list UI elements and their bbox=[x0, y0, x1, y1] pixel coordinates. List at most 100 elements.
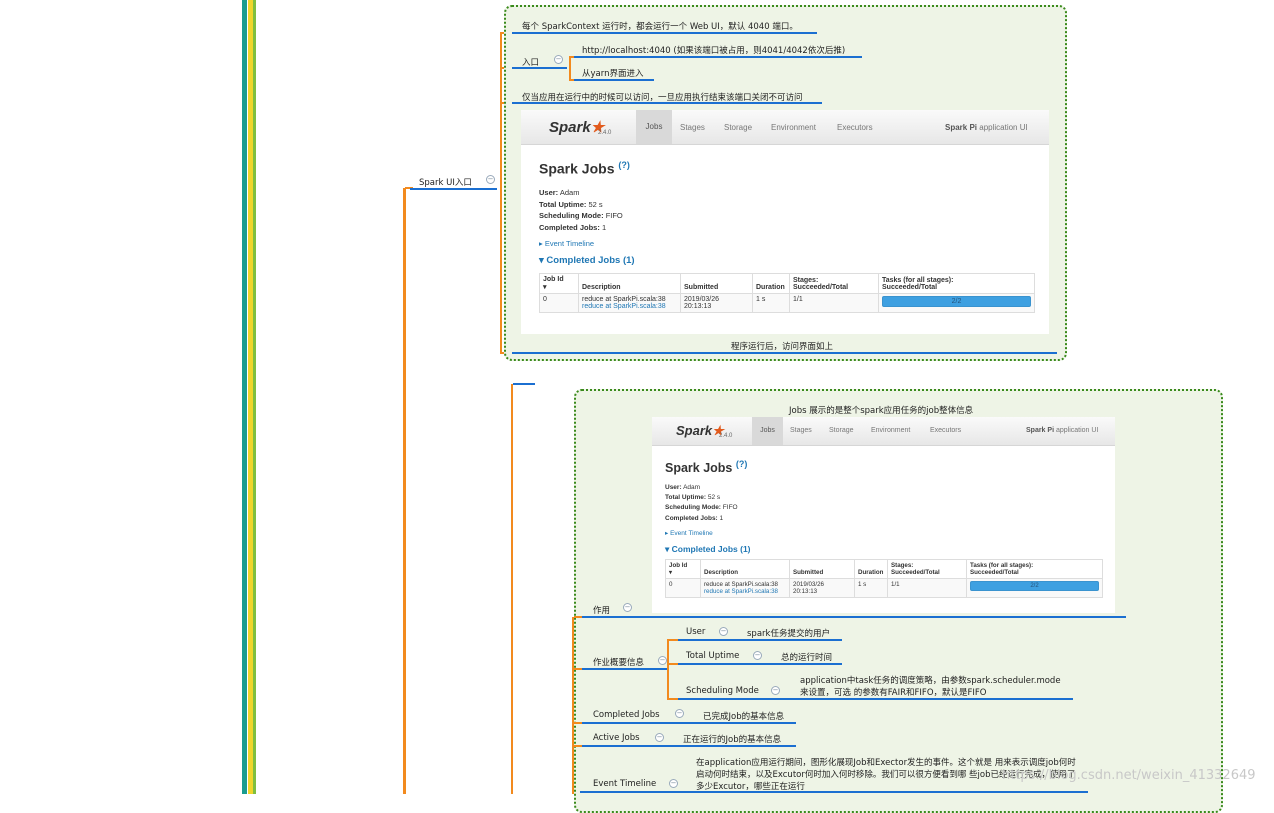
collapse-icon[interactable]: − bbox=[771, 686, 780, 695]
spark-nav-bar: Spark★ 2.4.0 Jobs Stages Storage Environ… bbox=[521, 110, 1049, 145]
tasks-progress-bar: 2/2 bbox=[882, 296, 1031, 307]
jobs-subtree-vertical bbox=[572, 617, 574, 794]
node-ui-caption[interactable]: 程序运行后，访问界面如上 bbox=[731, 340, 833, 352]
event-timeline-link[interactable]: ▸ Event Timeline bbox=[665, 529, 713, 537]
collapse-icon[interactable]: − bbox=[655, 733, 664, 742]
node-user-underline bbox=[678, 639, 738, 641]
col-submitted[interactable]: Submitted bbox=[789, 559, 855, 579]
node-localhost-4040[interactable]: http://localhost:4040 (如果该端口被占用，则4041/40… bbox=[582, 44, 845, 56]
page-title: Spark Jobs (?) bbox=[539, 160, 630, 177]
cell-job-id: 0 bbox=[665, 578, 701, 598]
col-job-id[interactable]: Job Id ▾ bbox=[539, 273, 579, 294]
node-mode-desc-line2[interactable]: 来设置，可选 的参数有FAIR和FIFO，默认是FIFO bbox=[800, 686, 987, 698]
spark-nav-bar: Spark★ 2.4.0 Jobs Stages Storage Environ… bbox=[652, 417, 1115, 446]
left-branch-green bbox=[253, 0, 256, 794]
jobs-branch-stub bbox=[513, 383, 535, 385]
col-description[interactable]: Description bbox=[578, 273, 681, 294]
tab-environment[interactable]: Environment bbox=[871, 427, 910, 434]
tab-stages[interactable]: Stages bbox=[790, 427, 812, 434]
col-tasks[interactable]: Tasks (for all stages): Succeeded/Total bbox=[878, 273, 1035, 294]
collapse-icon[interactable]: − bbox=[669, 779, 678, 788]
tab-executors[interactable]: Executors bbox=[930, 427, 961, 434]
node-completed-desc[interactable]: 已完成Job的基本信息 bbox=[703, 710, 784, 722]
col-stages[interactable]: Stages: Succeeded/Total bbox=[789, 273, 879, 294]
overview-sub-vertical bbox=[667, 639, 669, 699]
completed-link bbox=[574, 722, 582, 724]
tab-executors[interactable]: Executors bbox=[837, 123, 873, 132]
node-active-desc[interactable]: 正在运行的Job的基本信息 bbox=[683, 733, 781, 745]
collapse-icon[interactable]: − bbox=[753, 651, 762, 660]
entry-branch-vertical bbox=[500, 33, 502, 353]
cell-description: reduce at SparkPi.scala:38 reduce at Spar… bbox=[700, 578, 790, 598]
cell-stages: 1/1 bbox=[887, 578, 967, 598]
node-event-timeline[interactable]: Event Timeline bbox=[593, 779, 656, 789]
col-tasks[interactable]: Tasks (for all stages): Succeeded/Total bbox=[966, 559, 1103, 579]
completed-jobs-header[interactable]: ▾ Completed Jobs (1) bbox=[539, 255, 635, 266]
node-default-port[interactable]: 每个 SparkContext 运行时，都会运行一个 Web UI，默认 404… bbox=[522, 20, 798, 32]
node-completed-jobs[interactable]: Completed Jobs bbox=[593, 710, 660, 720]
tab-jobs[interactable]: Jobs bbox=[636, 110, 672, 144]
node-timeline-underline bbox=[580, 791, 688, 793]
help-link[interactable]: (?) bbox=[736, 459, 748, 469]
event-timeline-link[interactable]: ▸ Event Timeline bbox=[539, 239, 594, 248]
col-description[interactable]: Description bbox=[700, 559, 790, 579]
cell-submitted: 2019/03/26 20:13:13 bbox=[680, 293, 753, 313]
col-stages[interactable]: Stages: Succeeded/Total bbox=[887, 559, 967, 579]
description-link[interactable]: reduce at SparkPi.scala:38 bbox=[582, 303, 677, 310]
collapse-icon[interactable]: − bbox=[675, 709, 684, 718]
node-active-jobs[interactable]: Active Jobs bbox=[593, 733, 640, 743]
spark-ui-image-2: Spark★ 2.4.0 Jobs Stages Storage Environ… bbox=[652, 417, 1115, 613]
cell-duration: 1 s bbox=[752, 293, 790, 313]
node-timeline-desc-line1[interactable]: 在application应用运行期间，图形化展现Job和Exector发生的事件… bbox=[696, 756, 1076, 768]
node-yarn-entry[interactable]: 从yarn界面进入 bbox=[582, 67, 643, 79]
job-summary: User: Adam Total Uptime: 52 s Scheduling… bbox=[539, 188, 623, 232]
tab-storage[interactable]: Storage bbox=[829, 427, 854, 434]
spark-ui-entry-node[interactable]: Spark UI入口 bbox=[419, 176, 472, 188]
collapse-icon[interactable]: − bbox=[554, 55, 563, 64]
spark-version: 2.4.0 bbox=[719, 433, 733, 439]
col-duration[interactable]: Duration bbox=[752, 273, 790, 294]
col-submitted[interactable]: Submitted bbox=[680, 273, 753, 294]
tab-stages[interactable]: Stages bbox=[680, 123, 705, 132]
node-purpose[interactable]: 作用 bbox=[593, 604, 610, 616]
app-name: Spark Pi application UI bbox=[945, 123, 1028, 132]
job-summary: User: Adam Total Uptime: 52 s Scheduling… bbox=[665, 484, 738, 522]
spark-logo: Spark★ bbox=[549, 119, 605, 136]
table-row: 0 reduce at SparkPi.scala:38 reduce at Sp… bbox=[665, 578, 1103, 598]
node-default-port-underline bbox=[512, 32, 817, 34]
node-active-desc-underline bbox=[674, 745, 796, 747]
node-completed-underline bbox=[580, 722, 693, 724]
node-total-uptime[interactable]: Total Uptime bbox=[686, 651, 739, 661]
node-user[interactable]: User bbox=[686, 627, 705, 637]
collapse-icon[interactable]: − bbox=[658, 656, 667, 665]
orange-trunk bbox=[403, 188, 406, 794]
collapse-icon[interactable]: − bbox=[486, 175, 495, 184]
help-link[interactable]: (?) bbox=[618, 160, 630, 170]
node-overview-underline bbox=[580, 668, 668, 670]
collapse-icon[interactable]: − bbox=[719, 627, 728, 636]
node-timeline-desc-underline bbox=[688, 791, 1088, 793]
overview-link bbox=[574, 668, 582, 670]
node-mode-desc-underline bbox=[790, 698, 1073, 700]
cell-tasks: 2/2 bbox=[966, 578, 1103, 598]
col-job-id[interactable]: Job Id ▾ bbox=[665, 559, 701, 579]
description-link[interactable]: reduce at SparkPi.scala:38 bbox=[704, 588, 786, 595]
tab-environment[interactable]: Environment bbox=[771, 123, 816, 132]
node-uptime-desc[interactable]: 总的运行时间 bbox=[781, 651, 832, 663]
table-row: 0 reduce at SparkPi.scala:38 reduce at Sp… bbox=[539, 293, 1035, 313]
node-completed-desc-underline bbox=[693, 722, 796, 724]
tab-storage[interactable]: Storage bbox=[724, 123, 752, 132]
node-overview[interactable]: 作业概要信息 bbox=[593, 656, 644, 668]
node-mode-desc-line1[interactable]: application中task任务的调度策略，由参数spark.schedul… bbox=[800, 674, 1061, 686]
collapse-icon[interactable]: − bbox=[623, 603, 632, 612]
node-scheduling-mode[interactable]: Scheduling Mode bbox=[686, 686, 759, 696]
tab-jobs[interactable]: Jobs bbox=[752, 417, 783, 445]
jobs-branch-vertical bbox=[511, 384, 513, 794]
completed-jobs-header[interactable]: ▾ Completed Jobs (1) bbox=[665, 544, 751, 555]
jobs-caption: Jobs 展示的是整个spark应用任务的job整体信息 bbox=[789, 406, 974, 416]
app-name: Spark Pi application UI bbox=[1026, 427, 1099, 434]
col-duration[interactable]: Duration bbox=[854, 559, 888, 579]
spark-ui-entry-underline bbox=[410, 188, 497, 190]
node-user-desc[interactable]: spark任务提交的用户 bbox=[747, 627, 830, 639]
table-header-row: Job Id ▾ Description Submitted Duration … bbox=[539, 273, 1035, 294]
